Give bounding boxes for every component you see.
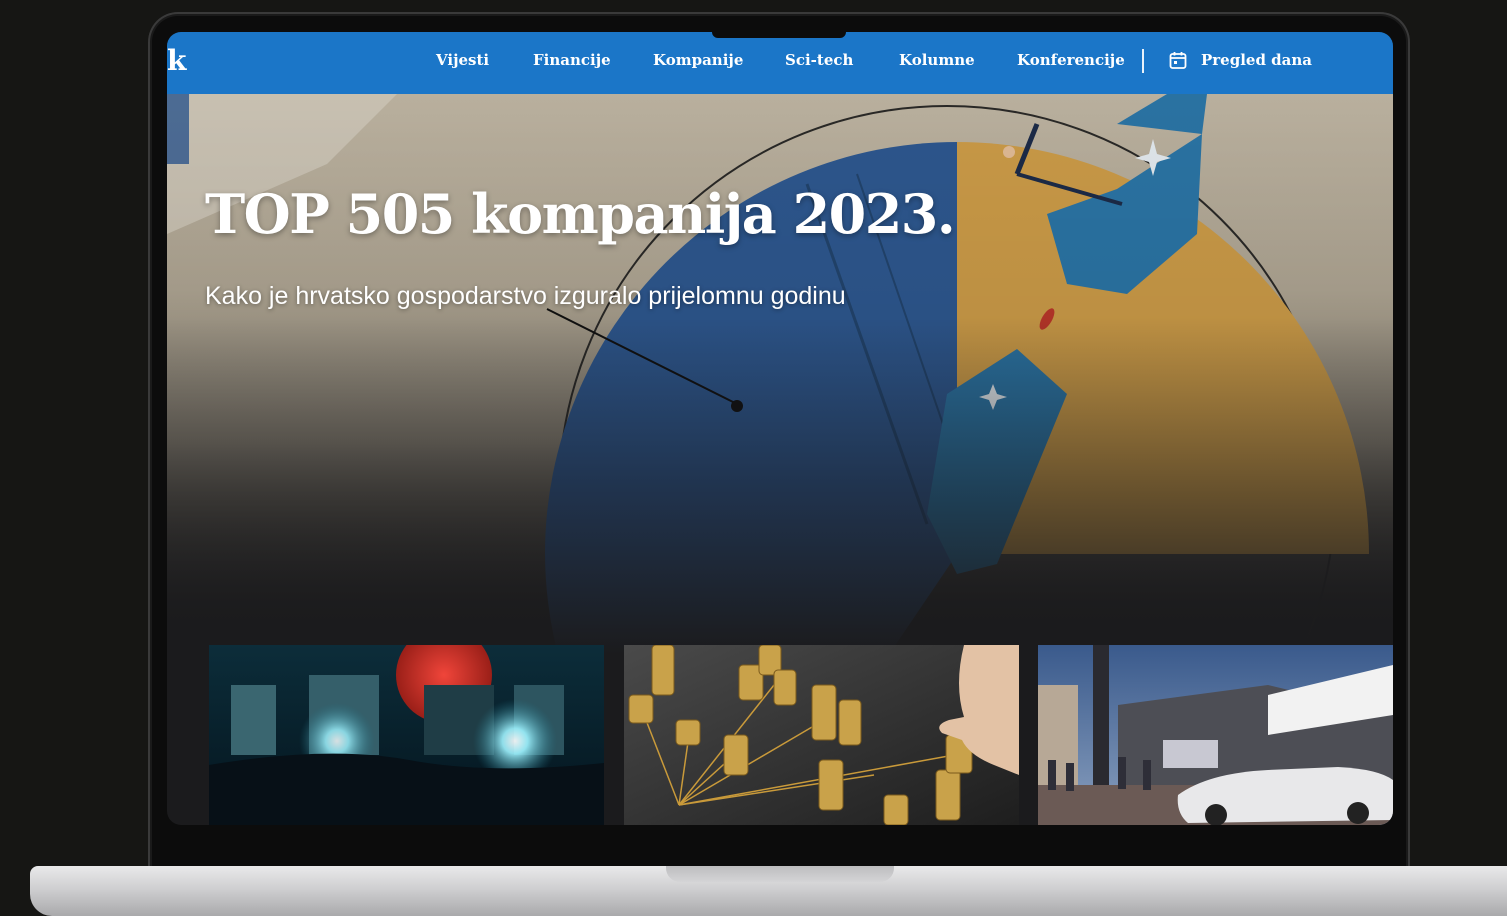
hero-subtitle: Kako je hrvatsko gospodarstvo izguralo p… xyxy=(205,282,846,310)
article-card-1-image xyxy=(209,645,604,825)
nav-item-konferencije[interactable]: Konferencije xyxy=(1017,51,1125,69)
site-logo[interactable]: k xyxy=(167,44,186,77)
hero-gradient-overlay xyxy=(167,94,1393,654)
laptop-opening-notch xyxy=(666,866,894,882)
hero-title[interactable]: TOP 505 kompanija 2023. xyxy=(205,182,956,246)
daily-overview-link[interactable]: Pregled dana xyxy=(1201,51,1312,69)
browser-screen: k Vijesti Financije Kompanije Sci-tech K… xyxy=(167,32,1393,825)
nav-item-sci-tech[interactable]: Sci-tech xyxy=(785,51,853,69)
nav-divider xyxy=(1142,49,1144,73)
calendar-icon[interactable] xyxy=(1168,50,1188,70)
hero-banner[interactable]: TOP 505 kompanija 2023. Kako je hrvatsko… xyxy=(167,94,1393,654)
article-card-3[interactable] xyxy=(1038,645,1393,825)
nav-item-vijesti[interactable]: Vijesti xyxy=(436,51,489,69)
article-card-2[interactable] xyxy=(624,645,1019,825)
nav-item-kompanije[interactable]: Kompanije xyxy=(653,51,743,69)
article-card-2-image xyxy=(624,645,1019,825)
top-navigation: k Vijesti Financije Kompanije Sci-tech K… xyxy=(167,32,1393,94)
nav-item-financije[interactable]: Financije xyxy=(533,51,611,69)
camera-notch xyxy=(712,30,846,38)
nav-item-kolumne[interactable]: Kolumne xyxy=(899,51,975,69)
article-card-1[interactable] xyxy=(209,645,604,825)
article-card-3-image xyxy=(1038,645,1393,825)
